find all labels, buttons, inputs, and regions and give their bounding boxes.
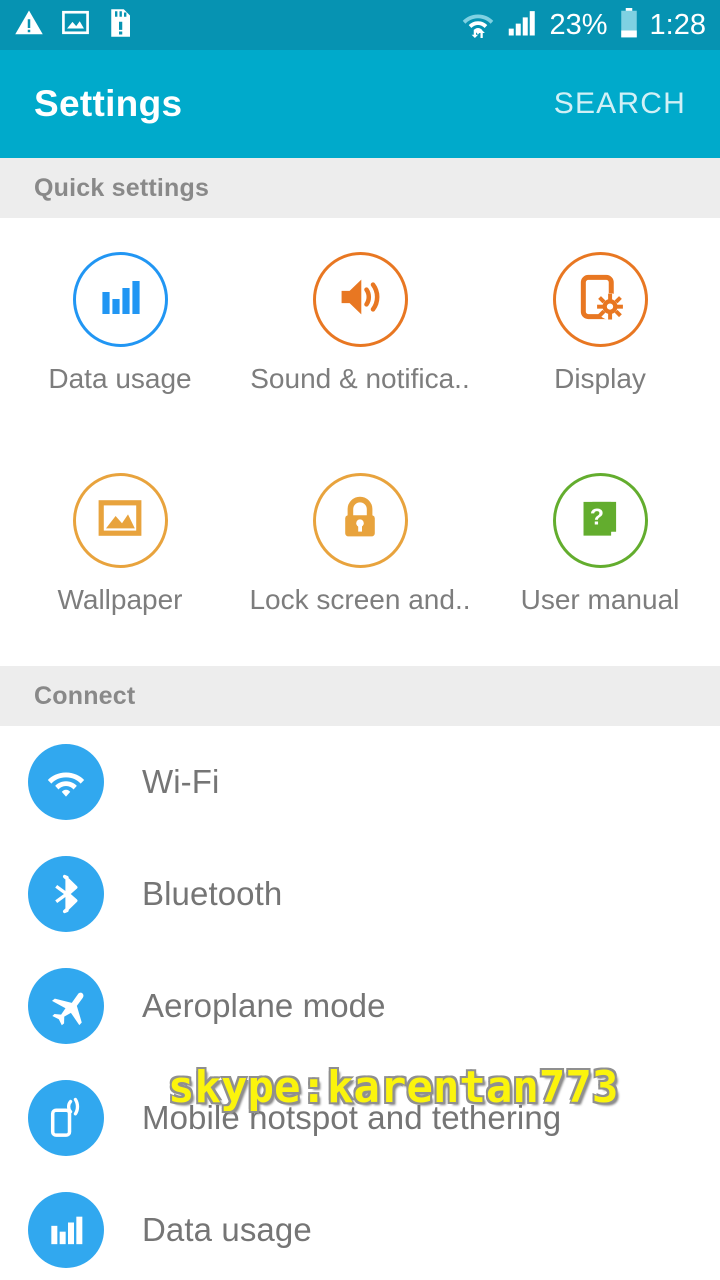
section-header-label: Quick settings <box>34 173 210 202</box>
quick-icon-circle <box>72 252 168 347</box>
battery-percent-label: 23% <box>549 8 608 41</box>
list-item-aeroplane-mode[interactable]: Aeroplane mode <box>0 950 720 1062</box>
status-bar-left-icons <box>14 8 133 43</box>
warning-triangle-icon <box>14 8 44 43</box>
list-item-label: Bluetooth <box>142 875 283 912</box>
quick-item-data-usage[interactable]: Data usage <box>0 252 240 395</box>
status-bar: 23% 1:28 <box>0 0 720 50</box>
section-header-connect: Connect <box>0 666 720 726</box>
quick-icon-circle <box>312 252 408 347</box>
grid-row-spacer <box>0 413 240 455</box>
sd-card-warning-icon <box>107 8 133 43</box>
book-question-icon: ? <box>577 495 623 546</box>
svg-text:?: ? <box>590 504 604 530</box>
quick-item-wallpaper[interactable]: Wallpaper <box>0 473 240 616</box>
bar-chart-icon <box>96 273 144 326</box>
wifi-icon <box>28 744 104 820</box>
quick-item-label: Display <box>554 363 646 394</box>
app-bar: Settings SEARCH <box>0 50 720 158</box>
search-button[interactable]: SEARCH <box>554 87 686 121</box>
padlock-icon <box>336 494 384 547</box>
cellular-signal-icon <box>507 8 538 43</box>
quick-icon-circle <box>552 252 648 347</box>
quick-item-label: Sound & notifica.. <box>250 363 470 394</box>
airplane-icon <box>28 968 104 1044</box>
settings-screen: 23% 1:28 Settings SEARCH Quick settings … <box>0 0 720 1280</box>
page-title: Settings <box>34 83 183 124</box>
battery-icon <box>620 7 638 43</box>
screenshot-image-icon <box>61 8 90 42</box>
quick-item-user-manual[interactable]: ? User manual <box>480 473 720 616</box>
list-item-label: Data usage <box>142 1211 312 1248</box>
list-item-data-usage[interactable]: Data usage <box>0 1174 720 1280</box>
quick-item-label: Lock screen and.. <box>249 584 471 615</box>
hotspot-icon <box>28 1080 104 1156</box>
picture-icon <box>96 494 144 547</box>
quick-icon-circle <box>72 473 168 568</box>
quick-item-sound-notification[interactable]: Sound & notifica.. <box>240 252 480 395</box>
grid-row-spacer <box>480 413 720 455</box>
clock-label: 1:28 <box>649 8 706 41</box>
quick-item-label: User manual <box>520 584 680 615</box>
quick-icon-circle <box>312 473 408 568</box>
bar-chart-icon <box>28 1192 104 1268</box>
bluetooth-icon <box>28 856 104 932</box>
list-item-wifi[interactable]: Wi-Fi <box>0 726 720 838</box>
section-header-label: Connect <box>34 681 136 710</box>
list-item-bluetooth[interactable]: Bluetooth <box>0 838 720 950</box>
display-gear-icon <box>575 272 625 327</box>
list-item-label: Wi-Fi <box>142 763 220 800</box>
quick-icon-circle: ? <box>552 473 648 568</box>
quick-item-label: Data usage <box>48 363 192 394</box>
list-item-label: Aeroplane mode <box>142 987 386 1024</box>
quick-item-display[interactable]: Display <box>480 252 720 395</box>
speaker-icon <box>334 271 386 328</box>
quick-settings-grid: Data usage Sound & notifica.. Display Wa… <box>0 218 720 626</box>
quick-item-label: Wallpaper <box>57 584 183 615</box>
grid-row-spacer <box>240 413 480 455</box>
wifi-data-transfer-icon <box>461 8 495 43</box>
status-bar-right-icons: 23% 1:28 <box>461 7 706 43</box>
connect-list: Wi-Fi Bluetooth Aeroplane mode Mobile ho… <box>0 726 720 1280</box>
watermark-text: skype:karentan773 <box>168 1062 619 1113</box>
quick-item-lock-screen[interactable]: Lock screen and.. <box>240 473 480 616</box>
section-header-quick-settings: Quick settings <box>0 158 720 218</box>
